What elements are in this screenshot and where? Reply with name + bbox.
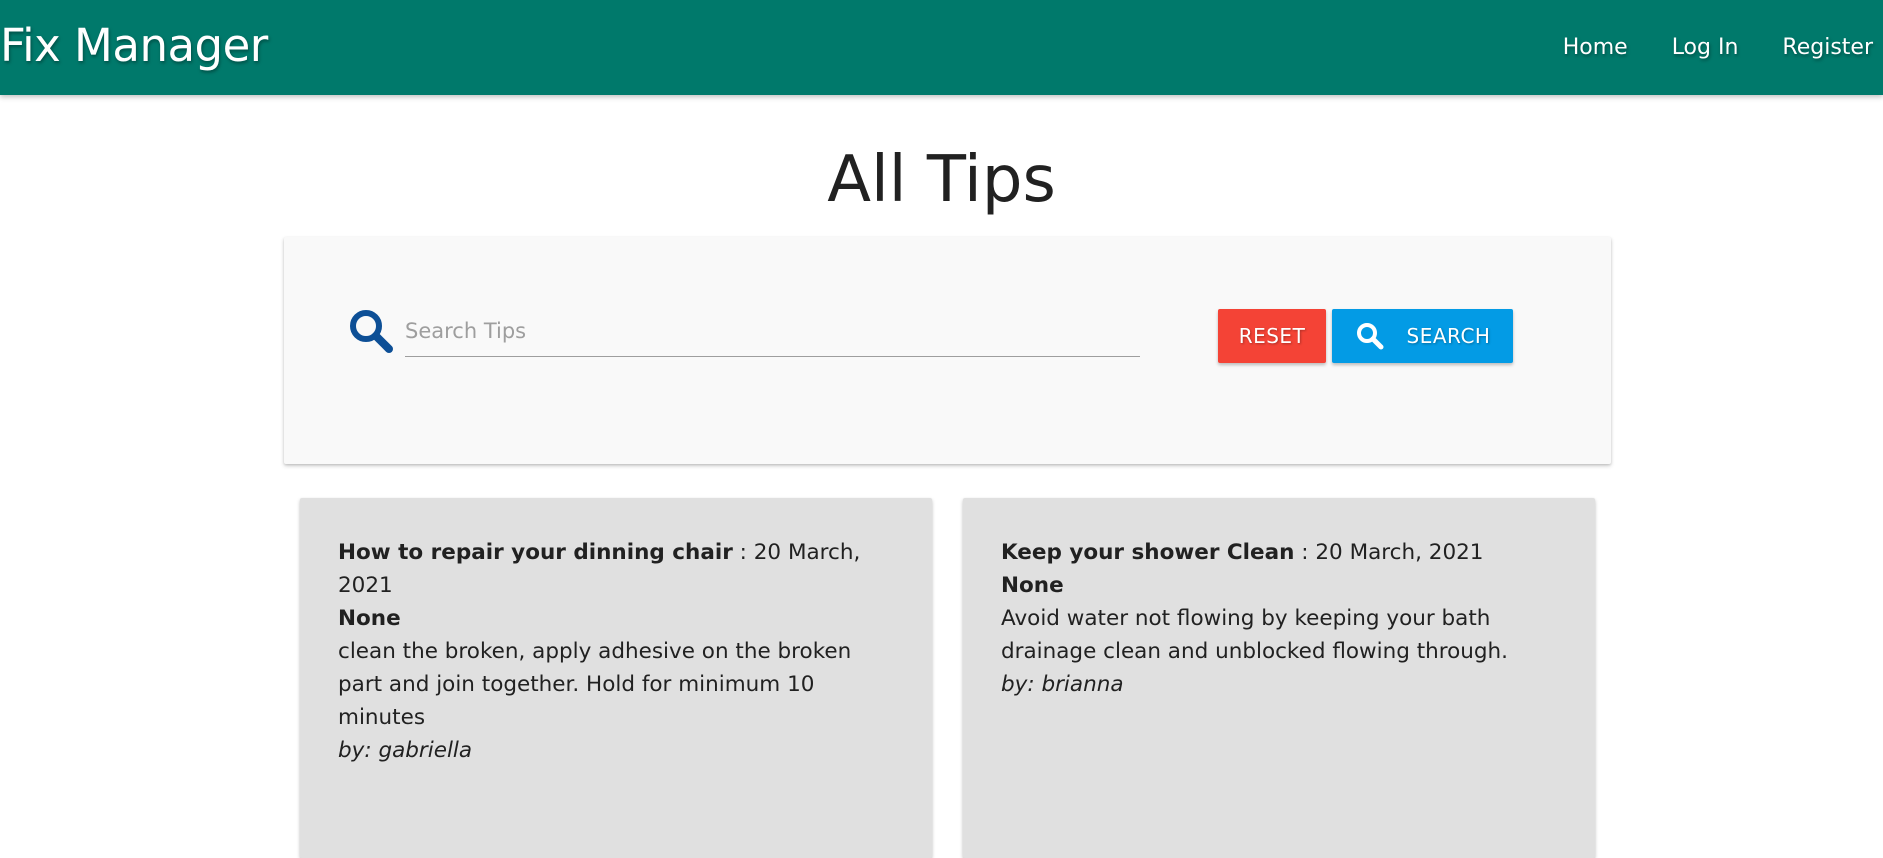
search-icon bbox=[347, 307, 395, 355]
search-button[interactable]: SEARCH bbox=[1332, 309, 1513, 363]
tip-card: Keep your shower Clean : 20 March, 2021 … bbox=[963, 498, 1595, 858]
search-input[interactable] bbox=[405, 305, 1140, 357]
tip-body: Avoid water not flowing by keeping your … bbox=[1001, 606, 1509, 664]
page-title: All Tips bbox=[827, 143, 1056, 217]
reset-button-label: RESET bbox=[1238, 324, 1306, 348]
tip-author: by: gabriella bbox=[338, 738, 473, 763]
tip-header: Keep your shower Clean : 20 March, 2021 bbox=[1001, 536, 1557, 569]
search-button-label: SEARCH bbox=[1406, 324, 1491, 348]
tip-card: How to repair your dinning chair : 20 Ma… bbox=[300, 498, 932, 858]
nav-links: Home Log In Register bbox=[1541, 33, 1873, 63]
reset-button[interactable]: RESET bbox=[1218, 309, 1326, 363]
tip-category: None bbox=[1001, 573, 1064, 598]
tip-separator: : bbox=[1294, 540, 1316, 565]
search-card: RESET SEARCH bbox=[284, 237, 1611, 464]
tip-title: Keep your shower Clean bbox=[1001, 540, 1295, 565]
search-icon bbox=[1355, 321, 1385, 351]
tip-date: 20 March, 2021 bbox=[1315, 540, 1484, 565]
tip-header: How to repair your dinning chair : 20 Ma… bbox=[338, 536, 894, 602]
brand-logo[interactable]: Fix Manager bbox=[0, 16, 268, 76]
tip-author: by: brianna bbox=[1001, 672, 1124, 697]
nav-link-home[interactable]: Home bbox=[1541, 33, 1650, 63]
tip-title: How to repair your dinning chair bbox=[338, 540, 733, 565]
nav-link-register[interactable]: Register bbox=[1760, 33, 1873, 63]
navbar: Fix Manager Home Log In Register bbox=[0, 0, 1883, 95]
nav-link-login[interactable]: Log In bbox=[1650, 33, 1761, 63]
tip-separator: : bbox=[732, 540, 754, 565]
tip-body: clean the broken, apply adhesive on the … bbox=[338, 639, 852, 730]
tip-category: None bbox=[338, 606, 401, 631]
